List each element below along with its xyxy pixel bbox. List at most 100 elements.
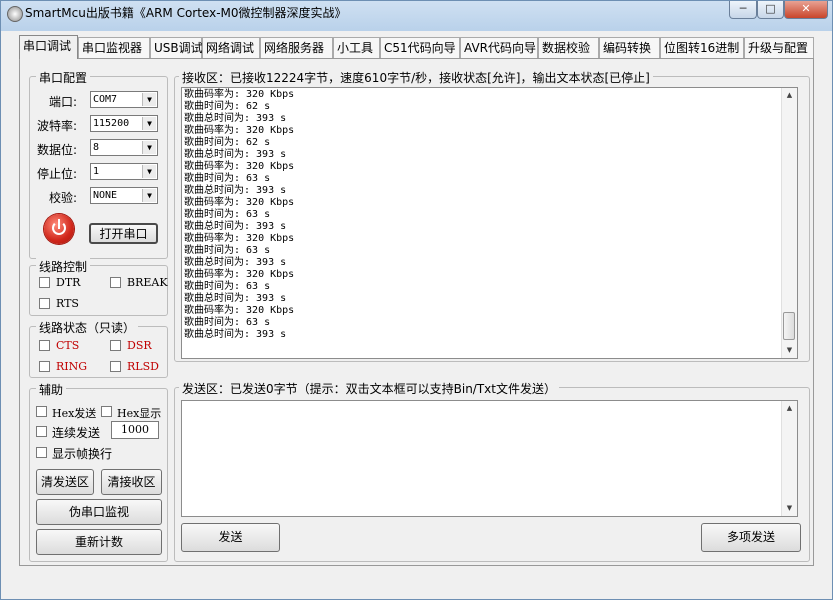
tab-tools[interactable]: 小工具: [333, 37, 380, 58]
hex-display-label: Hex显示: [117, 407, 162, 420]
cts-indicator: [39, 340, 50, 351]
receive-line: 歌曲总时间为: 393 s: [184, 293, 287, 304]
chevron-down-icon: ▼: [142, 93, 156, 106]
frame-newline-label: 显示帧换行: [52, 447, 113, 461]
reset-count-button[interactable]: 重新计数: [36, 529, 162, 555]
receive-group: 接收区：已接收12224字节，速度610字节/秒，接收状态[允许]，输出文本状态…: [174, 69, 810, 362]
interval-input[interactable]: 1000: [111, 421, 159, 439]
dsr-indicator: [110, 340, 121, 351]
tab-data-check[interactable]: 数据校验: [538, 37, 599, 58]
tab-avr-wizard[interactable]: AVR代码向导: [460, 37, 538, 58]
dtr-label: DTR: [56, 276, 81, 289]
tab-serial-monitor[interactable]: 串口监视器: [78, 37, 150, 58]
open-port-button[interactable]: 打开串口: [89, 223, 158, 244]
tab-encoding[interactable]: 编码转换: [599, 37, 660, 58]
receive-line: 歌曲时间为: 63 s: [184, 281, 271, 292]
break-label: BREAK: [127, 276, 168, 289]
receive-textarea[interactable]: 歌曲码率为: 320 Kbps 歌曲时间为: 62 s 歌曲总时间为: 393 s歌…: [181, 87, 798, 359]
chevron-down-icon: ▼: [142, 117, 156, 130]
pseudo-monitor-button[interactable]: 伪串口监视: [36, 499, 162, 525]
title-bar: SmartMcu出版书籍《ARM Cortex-M0微控制器深度实战》 ─ □ …: [1, 1, 833, 29]
rts-label: RTS: [56, 297, 79, 310]
chevron-down-icon: ▼: [142, 189, 156, 202]
receive-line: 歌曲码率为: 320 Kbps: [184, 233, 295, 244]
rlsd-indicator: [110, 361, 121, 372]
stopbits-value: 1: [93, 166, 100, 177]
parity-value: NONE: [93, 190, 118, 201]
receive-scrollbar[interactable]: ▲ ▼: [781, 88, 797, 358]
receive-line: 歌曲码率为: 320 Kbps: [184, 305, 295, 316]
receive-line: 歌曲总时间为: 393 s: [184, 257, 287, 268]
minimize-button[interactable]: ─: [729, 1, 757, 19]
dtr-checkbox[interactable]: [39, 277, 50, 288]
line-status-legend: 线路状态（只读）: [36, 319, 139, 336]
tab-panel: 串口配置 端口: COM7 ▼ 波特率: 115200 ▼ 数据位: 8 ▼ 停止位:…: [19, 58, 814, 566]
receive-line: 歌曲码率为: 320 Kbps: [184, 89, 295, 100]
serial-config-legend: 串口配置: [36, 69, 91, 86]
cts-label: CTS: [56, 339, 80, 352]
hex-send-checkbox[interactable]: [36, 406, 47, 417]
tab-upgrade-config[interactable]: 升级与配置: [744, 37, 814, 58]
aux-group: 辅助 Hex发送 Hex显示 连续发送 1000 显示帧换行 清发送区 清接收区…: [29, 381, 168, 562]
receive-line: 歌曲总时间为: 393 s: [184, 221, 287, 232]
scroll-up-icon[interactable]: ▲: [782, 88, 797, 103]
rts-checkbox[interactable]: [39, 298, 50, 309]
break-checkbox[interactable]: [110, 277, 121, 288]
receive-line: 歌曲码率为: 320 Kbps: [184, 197, 295, 208]
scroll-up-icon[interactable]: ▲: [782, 401, 797, 416]
databits-select[interactable]: 8 ▼: [90, 139, 158, 156]
maximize-button[interactable]: □: [757, 1, 784, 19]
tab-bitmap-hex[interactable]: 位图转16进制: [660, 37, 744, 58]
receive-line: 歌曲时间为: 62 s: [184, 137, 271, 148]
scroll-down-icon[interactable]: ▼: [782, 343, 797, 358]
serial-config-group: 串口配置 端口: COM7 ▼ 波特率: 115200 ▼ 数据位: 8 ▼ 停止位:…: [29, 69, 168, 259]
hex-display-checkbox[interactable]: [101, 406, 112, 417]
parity-label: 校验:: [49, 191, 78, 205]
tab-c51-wizard[interactable]: C51代码向导: [380, 37, 460, 58]
chevron-down-icon: ▼: [142, 165, 156, 178]
databits-label: 数据位:: [37, 143, 78, 157]
clear-recv-button[interactable]: 清接收区: [101, 469, 162, 495]
receive-line: 歌曲时间为: 62 s: [184, 101, 271, 112]
send-group: 发送区：已发送0字节（提示：双击文本框可以支持Bin/Txt文件发送） ▲ ▼ …: [174, 380, 810, 562]
dsr-label: DSR: [127, 339, 152, 352]
continuous-send-checkbox[interactable]: [36, 426, 47, 437]
parity-select[interactable]: NONE ▼: [90, 187, 158, 204]
send-textarea[interactable]: ▲ ▼: [181, 400, 798, 517]
baud-value: 115200: [93, 118, 130, 129]
power-icon[interactable]: [44, 214, 74, 244]
send-button[interactable]: 发送: [181, 523, 280, 552]
databits-value: 8: [93, 142, 100, 153]
stopbits-label: 停止位:: [37, 167, 78, 181]
clear-send-button[interactable]: 清发送区: [36, 469, 94, 495]
ring-label: RING: [56, 360, 88, 373]
receive-line: 歌曲时间为: 63 s: [184, 209, 271, 220]
rlsd-label: RLSD: [127, 360, 159, 373]
port-select[interactable]: COM7 ▼: [90, 91, 158, 108]
baud-select[interactable]: 115200 ▼: [90, 115, 158, 132]
frame-newline-checkbox[interactable]: [36, 447, 47, 458]
receive-line: 歌曲码率为: 320 Kbps: [184, 269, 295, 280]
multi-send-button[interactable]: 多项发送: [701, 523, 801, 552]
tab-serial-debug[interactable]: 串口调试: [19, 35, 78, 59]
app-window: SmartMcu出版书籍《ARM Cortex-M0微控制器深度实战》 ─ □ …: [0, 0, 833, 600]
scroll-down-icon[interactable]: ▼: [782, 501, 797, 516]
stopbits-select[interactable]: 1 ▼: [90, 163, 158, 180]
receive-line: 歌曲总时间为: 393 s: [184, 329, 287, 340]
tab-network-server[interactable]: 网络服务器: [260, 37, 333, 58]
tab-network-debug[interactable]: 网络调试: [202, 37, 260, 58]
receive-line: 歌曲时间为: 63 s: [184, 317, 271, 328]
line-status-group: 线路状态（只读） CTS DSR RING RLSD: [29, 319, 168, 378]
send-scrollbar[interactable]: ▲ ▼: [781, 401, 797, 516]
receive-line: 歌曲总时间为: 393 s: [184, 185, 287, 196]
close-button[interactable]: ✕: [784, 1, 828, 19]
receive-line: 歌曲时间为: 63 s: [184, 173, 271, 184]
scroll-thumb[interactable]: [783, 312, 795, 340]
receive-line: 歌曲码率为: 320 Kbps: [184, 125, 295, 136]
receive-line: 歌曲总时间为: 393 s: [184, 113, 287, 124]
receive-line: 歌曲时间为: 63 s: [184, 245, 271, 256]
receive-line: 歌曲总时间为: 393 s: [184, 149, 287, 160]
line-control-group: 线路控制 DTR BREAK RTS: [29, 258, 168, 316]
send-legend: 发送区：已发送0字节（提示：双击文本框可以支持Bin/Txt文件发送）: [179, 380, 559, 397]
tab-usb-debug[interactable]: USB调试: [150, 37, 203, 58]
